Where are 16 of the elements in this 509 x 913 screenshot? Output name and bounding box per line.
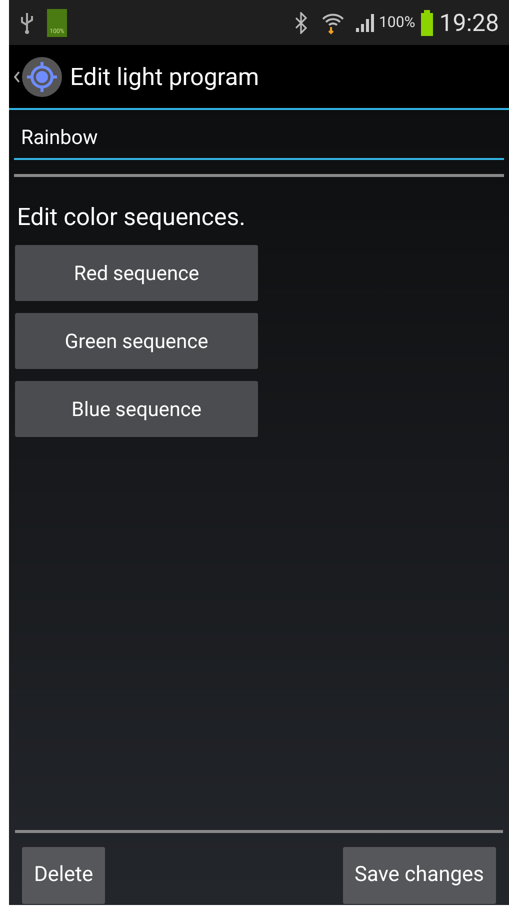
sequence-button[interactable]: Green sequence — [15, 313, 258, 369]
usb-icon — [19, 10, 35, 34]
save-button[interactable]: Save changes — [342, 847, 496, 904]
clock: 19:28 — [439, 8, 499, 38]
section-heading: Edit color sequences. — [17, 202, 246, 233]
sequence-button[interactable]: Blue sequence — [15, 381, 258, 437]
delete-button[interactable]: Delete — [22, 847, 106, 904]
target-icon[interactable] — [22, 56, 62, 96]
screen-title: Edit light program — [70, 62, 260, 92]
sequence-button[interactable]: Red sequence — [15, 245, 258, 301]
program-name-field[interactable]: Rainbow — [14, 122, 504, 160]
bluetooth-icon — [294, 12, 307, 34]
back-icon[interactable] — [14, 70, 20, 82]
signal-icon — [354, 12, 377, 32]
battery-icon — [421, 10, 434, 36]
battery-percent: 100% — [378, 12, 416, 34]
